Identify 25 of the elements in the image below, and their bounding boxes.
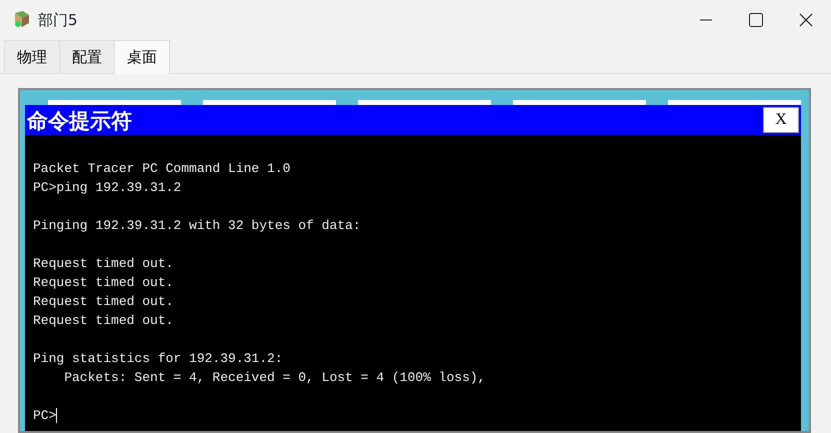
close-icon (799, 13, 813, 27)
console-line: Request timed out. (33, 294, 174, 309)
desktop-tile[interactable] (668, 100, 801, 105)
app-icon (12, 10, 32, 30)
tab[interactable]: 配置 (59, 40, 115, 73)
minimize-icon (700, 19, 712, 21)
desktop-tile[interactable] (203, 100, 336, 105)
window-title: 部门5 (38, 10, 78, 31)
terminal-title: 命令提示符 (27, 110, 132, 130)
tab[interactable]: 桌面 (114, 40, 170, 74)
console-line: Packet Tracer PC Command Line 1.0 (33, 161, 290, 176)
console-line: Request timed out. (33, 275, 174, 290)
console-line: Request timed out. (33, 256, 174, 271)
console-line: PC>ping 192.39.31.2 (33, 180, 182, 195)
console-line: Pinging 192.39.31.2 with 32 bytes of data: (33, 218, 361, 233)
console-line: Request timed out. (33, 313, 174, 328)
console-line: PC> (33, 408, 56, 423)
close-button[interactable]: X (763, 107, 799, 133)
desktop-tile[interactable] (358, 100, 491, 105)
maximize-icon (749, 13, 763, 27)
console-line: Ping statistics for 192.39.31.2: (33, 351, 283, 366)
console-line: Packets: Sent = 4, Received = 0, Lost = 4 (100% loss), (63, 370, 486, 385)
desktop-tile[interactable] (513, 100, 646, 105)
tab[interactable]: 物理 (4, 40, 60, 73)
desktop-tile[interactable] (48, 100, 181, 105)
